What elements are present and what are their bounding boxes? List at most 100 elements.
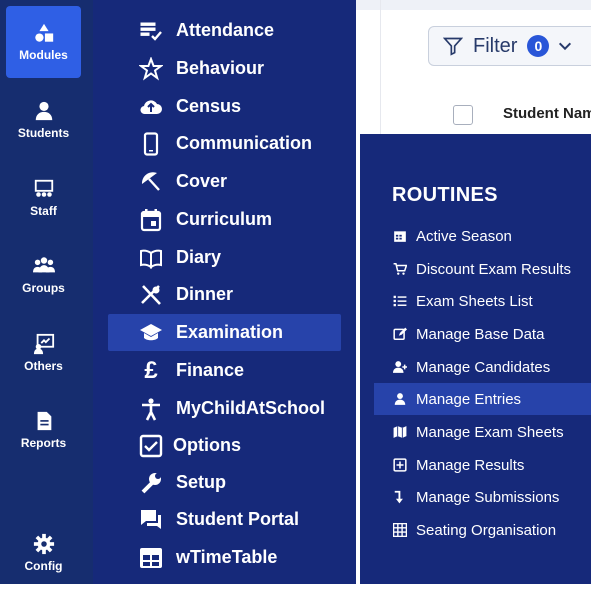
select-all-checkbox[interactable] <box>453 105 473 125</box>
menu-item-label: Student Portal <box>176 509 300 529</box>
rail-item-students[interactable]: Students <box>6 84 81 156</box>
menu-item-dinner[interactable]: Dinner <box>108 276 341 313</box>
menu-item-wtimetable[interactable]: wTimeTable <box>108 539 341 576</box>
gear-icon <box>33 533 54 555</box>
modules-icon <box>34 23 53 42</box>
menu-item-finance[interactable]: £ Finance <box>108 352 341 389</box>
routine-label: Exam Sheets List <box>416 292 533 310</box>
user-icon <box>35 101 52 121</box>
menu-item-cover[interactable]: Cover <box>108 163 341 200</box>
filter-count-badge: 0 <box>527 35 550 57</box>
menu-item-label: Dinner <box>176 284 234 304</box>
edit-icon <box>392 326 408 342</box>
menu-item-curriculum[interactable]: Curriculum <box>108 201 341 238</box>
menu-item-communication[interactable]: Communication <box>108 125 341 162</box>
mobile-phone-icon <box>138 131 164 157</box>
routine-manage-submissions[interactable]: Manage Submissions <box>374 481 591 513</box>
user-icon <box>392 391 408 407</box>
rail-label: Others <box>24 359 63 373</box>
modules-menu: Attendance Behaviour Census Communicatio… <box>93 0 356 584</box>
menu-item-label: Diary <box>176 247 222 267</box>
umbrella-icon <box>138 169 164 195</box>
menu-item-label: Setup <box>176 472 227 492</box>
rail-item-staff[interactable]: Staff <box>6 162 81 234</box>
rail-item-reports[interactable]: Reports <box>6 394 81 466</box>
routine-seating-organisation[interactable]: Seating Organisation <box>374 514 591 546</box>
routine-label: Active Season <box>416 227 512 245</box>
rail-label: Modules <box>19 48 68 62</box>
rail-label: Students <box>17 126 70 140</box>
rail-item-groups[interactable]: Groups <box>6 239 81 311</box>
routines-popup: ROUTINES Active Season Discount Exam Res… <box>360 134 591 584</box>
table-icon <box>138 545 164 571</box>
menu-item-attendance[interactable]: Attendance <box>108 12 341 49</box>
filter-label: Filter <box>473 34 518 57</box>
rail-item-others[interactable]: Others <box>6 317 81 389</box>
routine-discount-exam-results[interactable]: Discount Exam Results <box>374 253 591 285</box>
routine-active-season[interactable]: Active Season <box>374 220 591 252</box>
chevron-down-icon <box>559 42 572 51</box>
module-rail: Modules Students Staff Groups Others Rep… <box>0 0 93 584</box>
calendar-icon <box>138 207 164 233</box>
routine-manage-results[interactable]: Manage Results <box>374 449 591 481</box>
rail-item-modules[interactable]: Modules <box>6 6 81 78</box>
menu-item-mychildatschool[interactable]: MyChildAtSchool <box>108 390 341 427</box>
routine-exam-sheets-list[interactable]: Exam Sheets List <box>374 285 591 317</box>
filter-button[interactable]: Filter 0 <box>428 26 591 66</box>
routine-label: Manage Submissions <box>416 488 560 506</box>
routine-label: Discount Exam Results <box>416 260 572 278</box>
rail-label: Reports <box>20 436 67 450</box>
rail-label: Groups <box>22 281 65 295</box>
menu-item-setup[interactable]: Setup <box>108 464 341 501</box>
menu-item-label: MyChildAtSchool <box>176 398 325 418</box>
column-header-student-name[interactable]: Student Nam <box>503 105 591 122</box>
rail-item-config[interactable]: Config <box>6 517 81 589</box>
menu-item-behaviour[interactable]: Behaviour <box>108 50 341 87</box>
others-icon <box>33 333 54 355</box>
cloud-upload-icon <box>138 94 164 120</box>
menu-item-label: Census <box>176 96 242 116</box>
routine-label: Manage Entries <box>416 390 522 408</box>
menu-item-label: Communication <box>176 133 313 153</box>
graduation-cap-icon <box>138 320 164 346</box>
report-icon <box>37 411 51 431</box>
menu-item-label: Behaviour <box>176 58 265 78</box>
menu-item-label: Curriculum <box>176 209 273 229</box>
arrow-turn-down-icon <box>392 489 408 505</box>
open-book-icon <box>138 245 164 271</box>
routine-manage-base-data[interactable]: Manage Base Data <box>374 318 591 350</box>
menu-item-census[interactable]: Census <box>108 88 341 125</box>
plus-square-icon <box>392 457 408 473</box>
menu-item-examination[interactable]: Examination <box>108 314 341 351</box>
groups-icon <box>32 257 55 273</box>
checklist-icon <box>138 18 164 44</box>
routine-label: Seating Organisation <box>416 521 557 539</box>
menu-item-label: Cover <box>176 171 228 191</box>
pound-icon: £ <box>144 356 158 384</box>
menu-item-student-portal[interactable]: Student Portal <box>108 501 341 538</box>
menu-item-label: Options <box>173 435 241 455</box>
routine-manage-exam-sheets[interactable]: Manage Exam Sheets <box>374 416 591 448</box>
star-icon <box>138 56 164 82</box>
routine-manage-entries[interactable]: Manage Entries <box>374 383 591 415</box>
menu-item-label: wTimeTable <box>176 547 278 567</box>
menu-item-diary[interactable]: Diary <box>108 239 341 276</box>
rail-label: Staff <box>30 204 57 218</box>
routine-label: Manage Results <box>416 456 525 474</box>
menu-item-label: Attendance <box>176 20 275 40</box>
user-plus-icon <box>392 359 408 375</box>
menu-item-options[interactable]: Options <box>108 427 341 464</box>
rail-label: Config <box>24 559 63 573</box>
menu-item-label: Examination <box>176 322 284 342</box>
routine-label: Manage Exam Sheets <box>416 423 564 441</box>
routine-label: Manage Candidates <box>416 358 551 376</box>
menu-item-label: Finance <box>176 360 245 380</box>
popup-title: ROUTINES <box>392 184 498 206</box>
routine-manage-candidates[interactable]: Manage Candidates <box>374 351 591 383</box>
divider <box>380 0 381 140</box>
wrench-icon <box>138 470 164 496</box>
calendar-icon <box>392 228 408 244</box>
top-strip <box>356 0 591 10</box>
cart-icon <box>392 261 408 277</box>
map-icon <box>392 424 408 440</box>
